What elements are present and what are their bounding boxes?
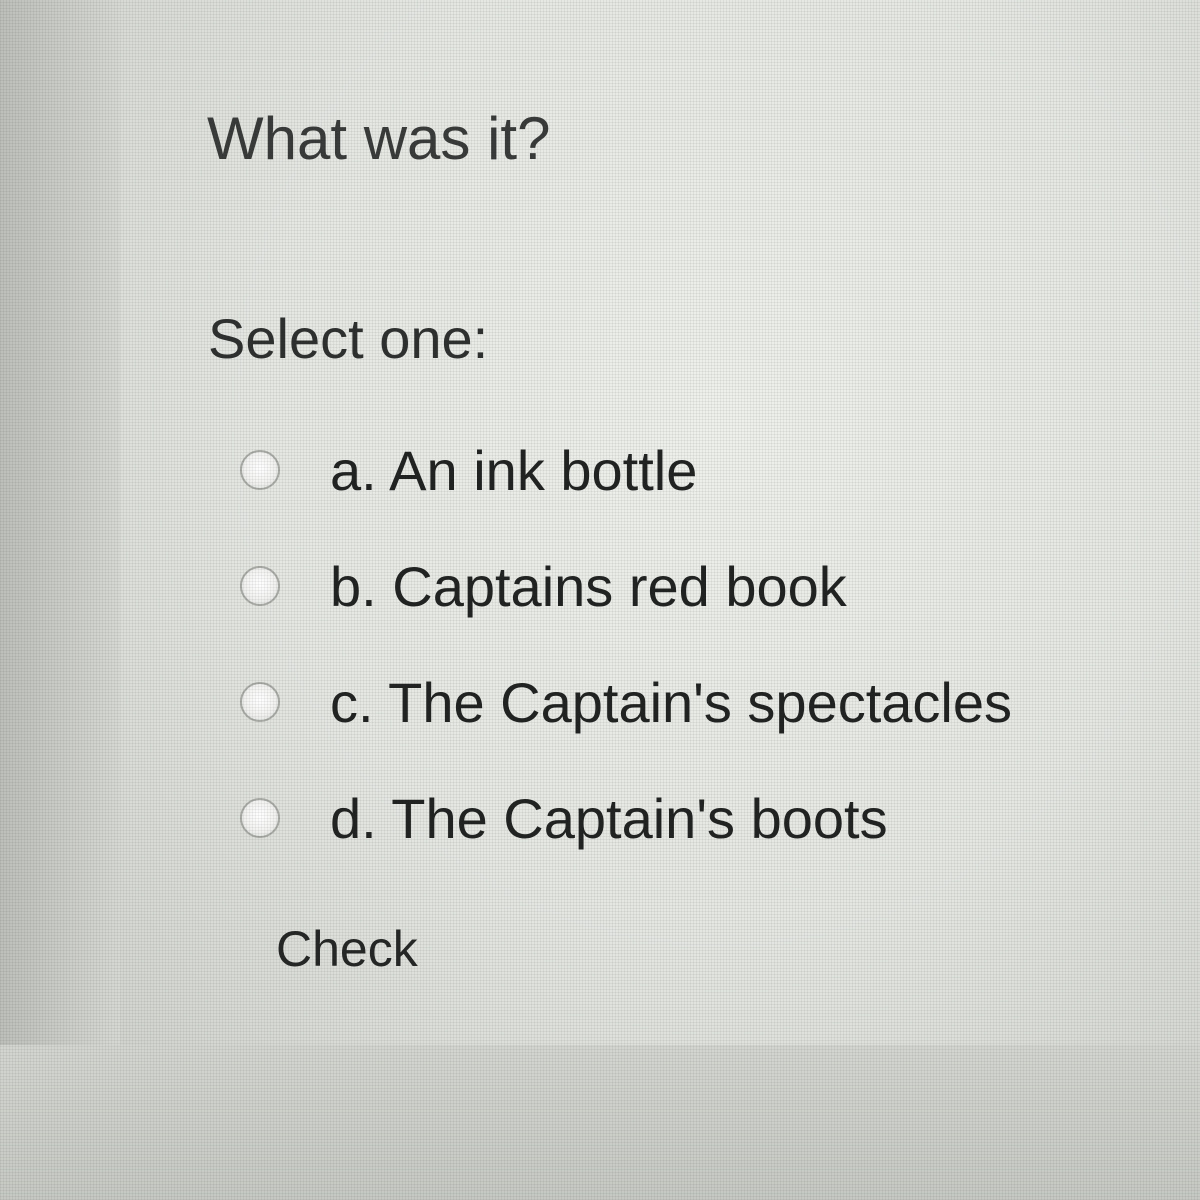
check-button[interactable]: Check bbox=[276, 920, 418, 978]
select-one-prompt: Select one: bbox=[208, 307, 489, 370]
screen-left-edge bbox=[0, 0, 120, 1200]
option-a-label[interactable]: a. An ink bottle bbox=[330, 438, 697, 503]
radio-button-b[interactable] bbox=[240, 566, 280, 606]
answer-options: a. An ink bottle b. Captains red book c.… bbox=[240, 412, 1140, 876]
radio-button-c[interactable] bbox=[240, 682, 280, 722]
quiz-screen: What was it? Select one: a. An ink bottl… bbox=[0, 0, 1200, 1200]
screen-bottom-band bbox=[0, 1045, 1200, 1200]
option-a[interactable]: a. An ink bottle bbox=[240, 412, 1140, 528]
option-d-label[interactable]: d. The Captain's boots bbox=[330, 786, 888, 851]
radio-button-d[interactable] bbox=[240, 798, 280, 838]
radio-button-a[interactable] bbox=[240, 450, 280, 490]
option-c[interactable]: c. The Captain's spectacles bbox=[240, 644, 1140, 760]
question-text: What was it? bbox=[207, 105, 551, 172]
option-b-label[interactable]: b. Captains red book bbox=[330, 554, 847, 619]
option-b[interactable]: b. Captains red book bbox=[240, 528, 1140, 644]
option-c-label[interactable]: c. The Captain's spectacles bbox=[330, 670, 1012, 735]
option-d[interactable]: d. The Captain's boots bbox=[240, 760, 1140, 876]
